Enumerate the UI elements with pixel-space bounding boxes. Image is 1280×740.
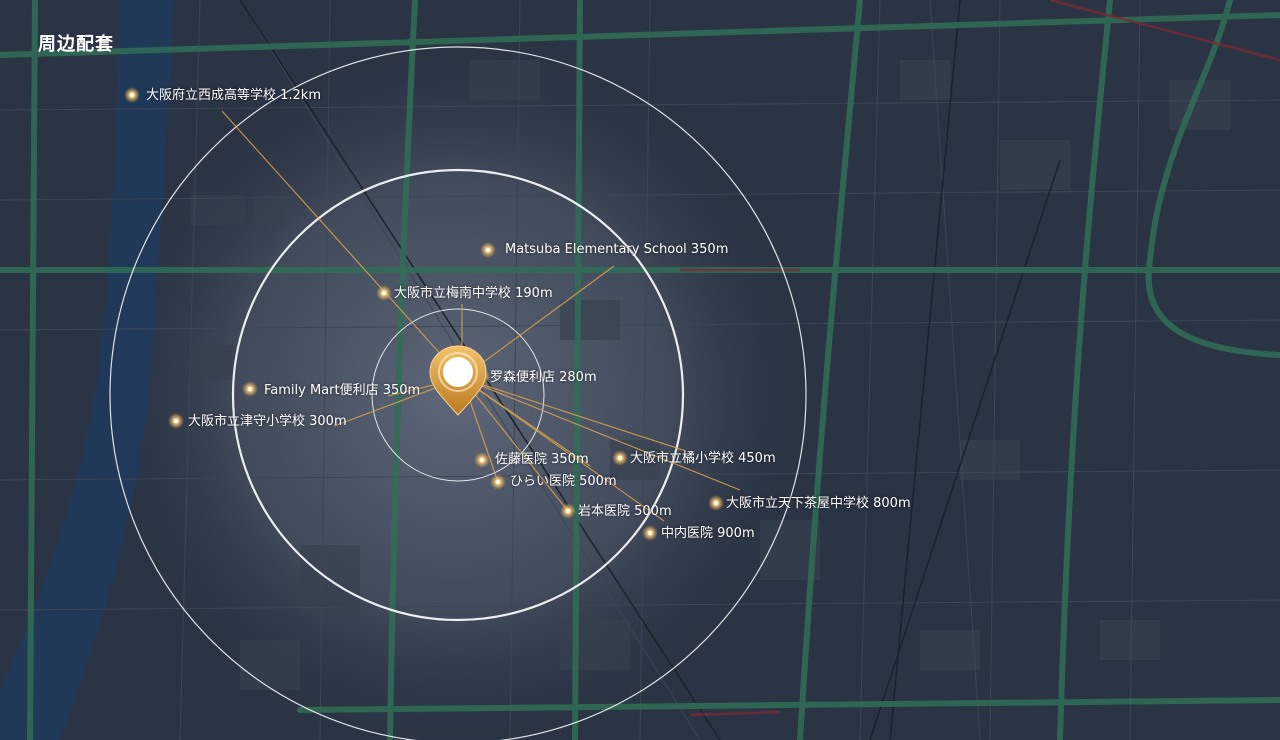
poi-dot-school-seinan[interactable]: [124, 87, 140, 103]
poi-dot-hospital-sato[interactable]: [474, 452, 490, 468]
poi-label-school-matsuba[interactable]: Matsuba Elementary School 350m: [505, 242, 728, 258]
poi-dot-school-tsumori[interactable]: [168, 413, 184, 429]
poi-dot-hospital-iwamoto[interactable]: [560, 503, 576, 519]
map-canvas[interactable]: [0, 0, 1280, 740]
poi-dot-school-umeminami[interactable]: [376, 285, 392, 301]
poi-label-school-tachibana[interactable]: 大阪市立橘小学校 450m: [630, 451, 776, 467]
poi-label-hospital-sato[interactable]: 佐藤医院 350m: [495, 452, 589, 468]
poi-dot-school-tengachaya[interactable]: [708, 495, 724, 511]
poi-label-school-tsumori[interactable]: 大阪市立津守小学校 300m: [188, 414, 347, 430]
poi-dot-hospital-hirai[interactable]: [490, 474, 506, 490]
poi-label-store-familymart[interactable]: Family Mart便利店 350m: [264, 383, 420, 399]
poi-dot-school-matsuba[interactable]: [480, 242, 496, 258]
page-title: 周边配套: [38, 34, 114, 55]
map-stage: 周边配套 大阪府立西成高等学校 1.2km Matsuba Elementary…: [0, 0, 1280, 740]
poi-label-hospital-hirai[interactable]: ひらい医院 500m: [510, 474, 617, 490]
poi-label-school-tengachaya[interactable]: 大阪市立天下茶屋中学校 800m: [726, 496, 911, 512]
poi-label-school-seinan[interactable]: 大阪府立西成高等学校 1.2km: [146, 88, 321, 104]
poi-label-school-umeminami[interactable]: 大阪市立梅南中学校 190m: [394, 286, 553, 302]
poi-label-hospital-iwamoto[interactable]: 岩本医院 500m: [578, 504, 672, 520]
poi-dot-hospital-nakauchi[interactable]: [642, 525, 658, 541]
poi-label-hospital-nakauchi[interactable]: 中内医院 900m: [661, 526, 755, 542]
poi-dot-store-familymart[interactable]: [242, 381, 258, 397]
poi-dot-school-tachibana[interactable]: [612, 450, 628, 466]
poi-label-store-morimori[interactable]: 罗森便利店 280m: [490, 370, 597, 386]
